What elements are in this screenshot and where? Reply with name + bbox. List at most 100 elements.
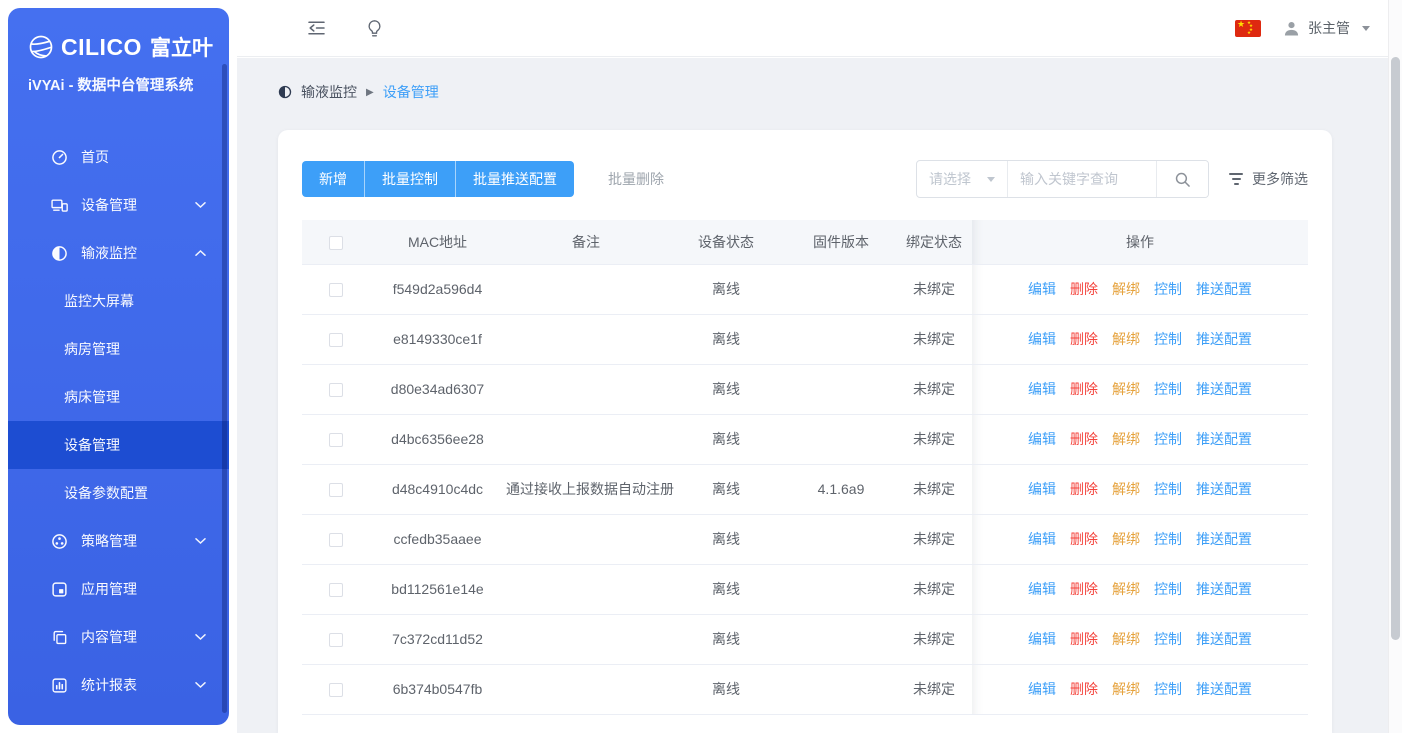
control-link[interactable]: 控制 (1154, 481, 1182, 497)
sidebar-item-home[interactable]: 首页 (8, 133, 229, 181)
binding-status-cell: 未绑定 (896, 564, 972, 614)
unbind-link[interactable]: 解绑 (1112, 681, 1140, 697)
keyword-search-input[interactable] (1008, 161, 1156, 197)
push-config-link[interactable]: 推送配置 (1196, 431, 1252, 447)
sidebar-scrollbar[interactable] (222, 64, 227, 713)
delete-link[interactable]: 删除 (1070, 381, 1098, 397)
remark-cell (506, 264, 666, 314)
push-config-link[interactable]: 推送配置 (1196, 581, 1252, 597)
unbind-link[interactable]: 解绑 (1112, 331, 1140, 347)
push-config-link[interactable]: 推送配置 (1196, 531, 1252, 547)
more-filters-button[interactable]: 更多筛选 (1229, 169, 1308, 189)
control-link[interactable]: 控制 (1154, 681, 1182, 697)
breadcrumb-separator-icon: ▶ (366, 87, 374, 98)
row-checkbox[interactable] (329, 483, 343, 497)
add-button[interactable]: 新增 (302, 161, 364, 197)
edit-link[interactable]: 编辑 (1028, 481, 1056, 497)
unbind-link[interactable]: 解绑 (1112, 531, 1140, 547)
delete-link[interactable]: 删除 (1070, 481, 1098, 497)
delete-link[interactable]: 删除 (1070, 431, 1098, 447)
table-toolbar: 新增 批量控制 批量推送配置 批量删除 请选择 更 (278, 130, 1332, 220)
row-checkbox[interactable] (329, 583, 343, 597)
remark-cell: 通过接收上报数据自动注册 (506, 464, 666, 514)
batch-push-config-button[interactable]: 批量推送配置 (455, 161, 574, 197)
unbind-link[interactable]: 解绑 (1112, 281, 1140, 297)
user-menu[interactable]: 张主管 (1283, 18, 1370, 38)
row-checkbox[interactable] (329, 433, 343, 447)
batch-delete-button[interactable]: 批量删除 (608, 169, 664, 189)
edit-link[interactable]: 编辑 (1028, 381, 1056, 397)
row-checkbox-cell (302, 264, 369, 314)
chevron-down-icon (195, 682, 206, 689)
edit-link[interactable]: 编辑 (1028, 581, 1056, 597)
sidebar-item-app-management[interactable]: 应用管理 (8, 565, 229, 613)
control-link[interactable]: 控制 (1154, 581, 1182, 597)
unbind-link[interactable]: 解绑 (1112, 381, 1140, 397)
edit-link[interactable]: 编辑 (1028, 681, 1056, 697)
unbind-link[interactable]: 解绑 (1112, 481, 1140, 497)
row-checkbox[interactable] (329, 533, 343, 547)
sidebar-item-device-management[interactable]: 设备管理 (8, 181, 229, 229)
more-filters-label: 更多筛选 (1252, 169, 1308, 189)
device-status-cell: 离线 (666, 314, 786, 364)
sidebar-item-device-management-sub[interactable]: 设备管理 (8, 421, 229, 469)
column-header: MAC地址 (369, 220, 506, 264)
edit-link[interactable]: 编辑 (1028, 631, 1056, 647)
delete-link[interactable]: 删除 (1070, 581, 1098, 597)
row-checkbox[interactable] (329, 683, 343, 697)
delete-link[interactable]: 删除 (1070, 281, 1098, 297)
table-row: ccfedb35aaee离线未绑定编辑删除解绑控制推送配置 (302, 514, 1308, 564)
flag-star-icon: ★ (1237, 20, 1245, 29)
collapse-sidebar-icon[interactable] (307, 20, 326, 36)
breadcrumb-current[interactable]: 设备管理 (383, 82, 439, 102)
push-config-link[interactable]: 推送配置 (1196, 681, 1252, 697)
sidebar-item-ward-management[interactable]: 病房管理 (8, 325, 229, 373)
sidebar-item-infusion-monitoring[interactable]: 输液监控 (8, 229, 229, 277)
row-checkbox[interactable] (329, 333, 343, 347)
edit-link[interactable]: 编辑 (1028, 431, 1056, 447)
row-checkbox[interactable] (329, 383, 343, 397)
sidebar-item-label: 应用管理 (81, 579, 137, 599)
row-checkbox[interactable] (329, 633, 343, 647)
delete-link[interactable]: 删除 (1070, 531, 1098, 547)
unbind-link[interactable]: 解绑 (1112, 581, 1140, 597)
field-select-placeholder: 请选择 (929, 169, 971, 189)
push-config-link[interactable]: 推送配置 (1196, 631, 1252, 647)
select-all-checkbox[interactable] (329, 236, 343, 250)
sidebar-item-device-param-config[interactable]: 设备参数配置 (8, 469, 229, 517)
search-button[interactable] (1156, 161, 1208, 197)
main-scrollbar[interactable] (1388, 0, 1402, 733)
control-link[interactable]: 控制 (1154, 431, 1182, 447)
language-flag-cn[interactable]: ★ ★ ★ ★ ★ (1235, 20, 1261, 37)
delete-link[interactable]: 删除 (1070, 681, 1098, 697)
edit-link[interactable]: 编辑 (1028, 281, 1056, 297)
push-config-link[interactable]: 推送配置 (1196, 381, 1252, 397)
control-link[interactable]: 控制 (1154, 331, 1182, 347)
edit-link[interactable]: 编辑 (1028, 331, 1056, 347)
device-status-cell: 离线 (666, 514, 786, 564)
batch-control-button[interactable]: 批量控制 (364, 161, 455, 197)
sidebar-item-bed-management[interactable]: 病床管理 (8, 373, 229, 421)
push-config-link[interactable]: 推送配置 (1196, 281, 1252, 297)
push-config-link[interactable]: 推送配置 (1196, 481, 1252, 497)
sidebar-item-monitor-big-screen[interactable]: 监控大屏幕 (8, 277, 229, 325)
unbind-link[interactable]: 解绑 (1112, 431, 1140, 447)
sidebar-item-content-management[interactable]: 内容管理 (8, 613, 229, 661)
theme-bulb-icon[interactable] (366, 19, 383, 38)
edit-link[interactable]: 编辑 (1028, 531, 1056, 547)
unbind-link[interactable]: 解绑 (1112, 631, 1140, 647)
row-checkbox-cell (302, 564, 369, 614)
sidebar-item-strategy-management[interactable]: 策略管理 (8, 517, 229, 565)
filter-icon (1229, 173, 1243, 185)
main-scrollbar-thumb[interactable] (1391, 57, 1400, 640)
control-link[interactable]: 控制 (1154, 531, 1182, 547)
sidebar-item-statistics-report[interactable]: 统计报表 (8, 661, 229, 709)
delete-link[interactable]: 删除 (1070, 331, 1098, 347)
field-select[interactable]: 请选择 (917, 161, 1008, 197)
control-link[interactable]: 控制 (1154, 631, 1182, 647)
delete-link[interactable]: 删除 (1070, 631, 1098, 647)
row-checkbox[interactable] (329, 283, 343, 297)
control-link[interactable]: 控制 (1154, 381, 1182, 397)
control-link[interactable]: 控制 (1154, 281, 1182, 297)
push-config-link[interactable]: 推送配置 (1196, 331, 1252, 347)
